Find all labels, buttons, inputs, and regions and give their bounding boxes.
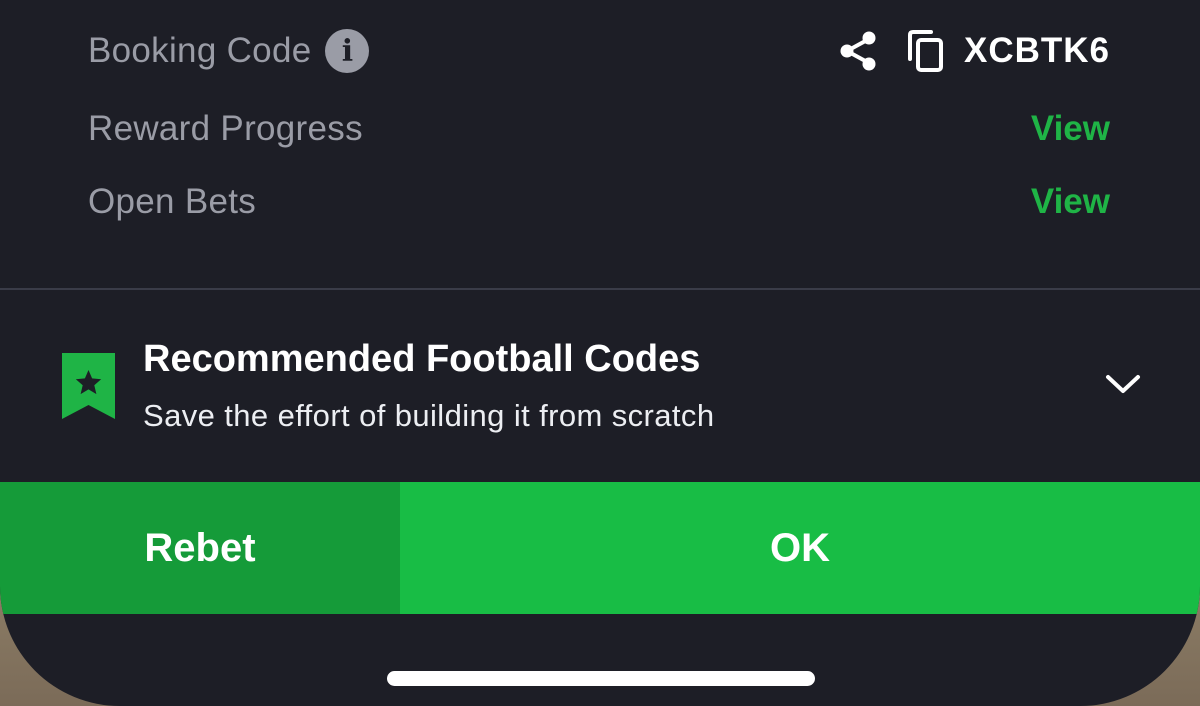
bookmark-star-icon — [62, 353, 115, 424]
reward-progress-label: Reward Progress — [88, 109, 363, 148]
booking-code-actions: XCBTK6 — [838, 29, 1110, 73]
copy-icon[interactable] — [906, 29, 944, 73]
booking-code-label-group: Booking Code i — [88, 29, 370, 73]
booking-code-row: Booking Code i XCBTK6 — [88, 27, 1110, 75]
share-icon[interactable] — [838, 30, 878, 72]
bet-receipt-screen: Booking Code i XCBTK6 Reward Progress Vi… — [0, 0, 1200, 706]
open-bets-row: Open Bets View — [88, 178, 1110, 226]
open-bets-label: Open Bets — [88, 182, 257, 221]
recommended-codes-subtitle: Save the effort of building it from scra… — [143, 398, 715, 433]
home-indicator[interactable] — [387, 671, 815, 686]
action-button-bar: Rebet OK — [0, 482, 1200, 614]
reward-progress-view-link[interactable]: View — [1031, 109, 1110, 149]
reward-progress-row: Reward Progress View — [88, 105, 1110, 153]
booking-code-label: Booking Code — [88, 31, 312, 70]
chevron-down-icon[interactable] — [1104, 372, 1142, 401]
open-bets-view-link[interactable]: View — [1031, 182, 1110, 222]
ok-button[interactable]: OK — [400, 482, 1200, 614]
recommended-codes-panel[interactable]: Recommended Football Codes Save the effo… — [0, 290, 1200, 482]
rebet-button[interactable]: Rebet — [0, 482, 400, 614]
booking-code-value[interactable]: XCBTK6 — [964, 31, 1110, 71]
info-icon[interactable]: i — [325, 29, 370, 73]
recommended-codes-title: Recommended Football Codes — [143, 338, 701, 380]
